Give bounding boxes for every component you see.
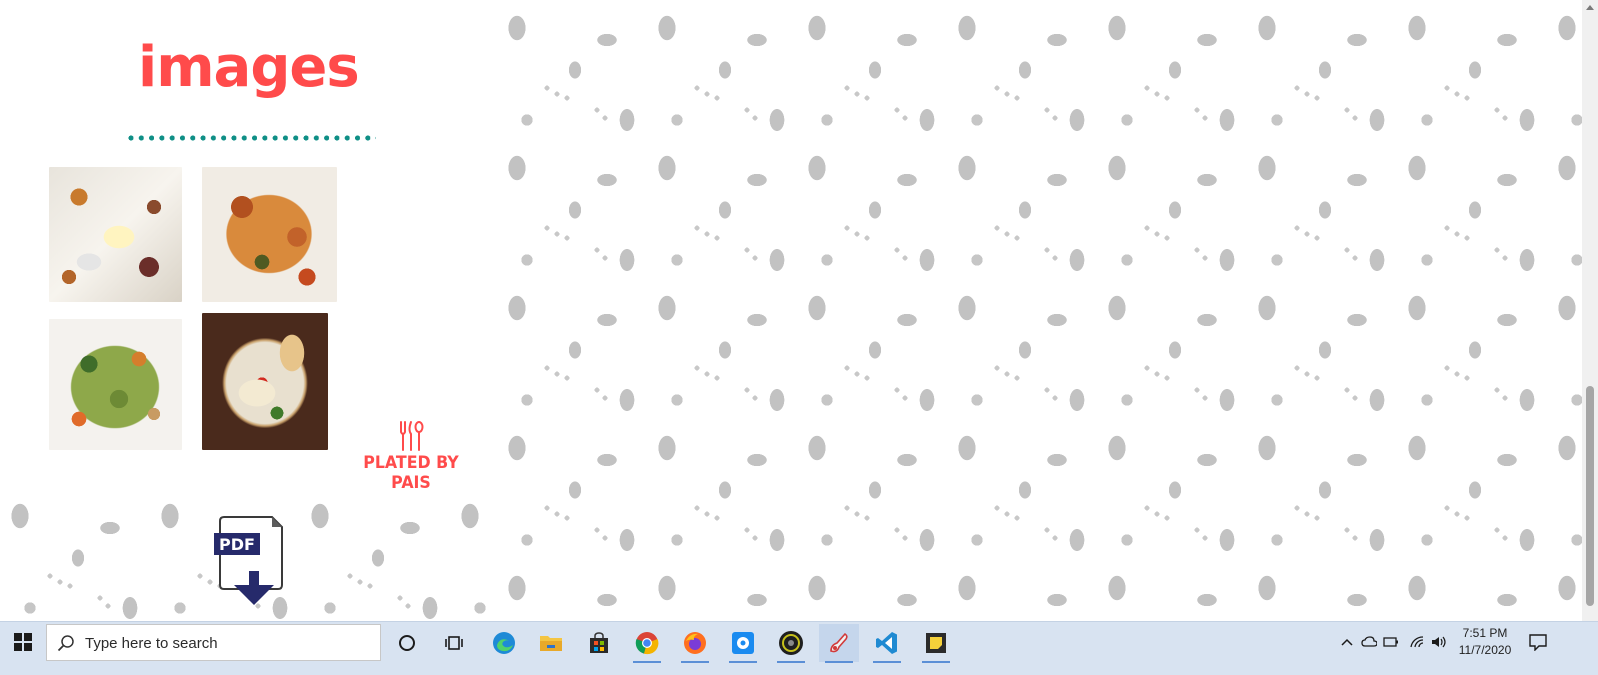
speaker-icon [1432,636,1446,648]
vscode-icon [876,632,897,654]
wifi-button[interactable] [1408,633,1426,651]
scrollbar-thumb[interactable] [1586,386,1594,606]
volume-button[interactable] [1430,633,1448,651]
folder-icon [540,636,562,651]
scroll-up-arrow-icon[interactable] [1582,0,1598,14]
windows-logo-icon [13,633,32,651]
battery-icon [1383,637,1398,647]
paint-icon [830,632,848,653]
start-button[interactable] [0,622,45,662]
food-image-stew[interactable] [202,167,337,302]
chevron-up-icon [1341,638,1353,646]
vscode-button[interactable] [867,624,907,663]
store-button[interactable] [579,624,619,662]
taskbar-search-input[interactable]: Type here to search [46,624,381,661]
battery-button[interactable] [1382,633,1400,651]
firefox-icon [684,632,706,654]
pdf-label: PDF [219,535,255,554]
food-image-salad[interactable] [49,319,182,450]
sticky-notes-button[interactable] [916,624,956,663]
circle-icon [399,635,415,651]
clock-time: 7:51 PM [1462,626,1508,640]
store-icon [590,632,608,653]
show-hidden-icons-button[interactable] [1338,633,1356,651]
obs-icon [779,631,803,655]
firefox-button[interactable] [675,624,715,663]
clock-date: 11/7/2020 [1458,643,1512,657]
search-placeholder: Type here to search [85,635,218,652]
app-button[interactable] [723,624,763,663]
food-image-chicken[interactable] [49,167,182,302]
food-image-tacos[interactable] [202,313,328,450]
edge-icon [493,632,515,654]
pdf-download-icon[interactable]: PDF [212,515,286,607]
task-view-button[interactable] [434,624,474,662]
task-view-icon [445,636,463,650]
paisley-background [497,0,1582,632]
obs-button[interactable] [771,624,811,663]
vertical-scrollbar[interactable] [1582,0,1598,632]
taskbar-clock[interactable]: 7:51 PM 11/7/2020 [1450,625,1520,659]
file-explorer-button[interactable] [531,624,571,662]
cloud-icon [1361,636,1377,647]
dotted-divider [128,135,376,141]
images-section: images PLATED BY PAIS [0,0,497,493]
app-icon [732,632,754,654]
search-icon [57,635,74,652]
page-title: images [138,35,360,100]
notification-icon [1529,634,1547,651]
chrome-button[interactable] [627,624,667,663]
taskbar: Type here to search 7:51 PM 11/7/2020 [0,621,1598,675]
action-center-button[interactable] [1520,622,1556,662]
brand-name: PLATED BY PAIS [363,453,459,493]
onedrive-button[interactable] [1360,633,1378,651]
chrome-icon [635,632,659,655]
sticky-notes-icon [926,633,946,653]
cortana-button[interactable] [387,624,427,662]
brand-logo[interactable]: PLATED BY PAIS [342,420,480,493]
edge-button[interactable] [484,624,524,662]
fork-knife-spoon-icon [400,421,424,451]
wifi-icon [1410,636,1424,648]
paint-button[interactable] [819,624,859,663]
web-page: images PLATED BY PAIS PDF [0,0,1582,632]
